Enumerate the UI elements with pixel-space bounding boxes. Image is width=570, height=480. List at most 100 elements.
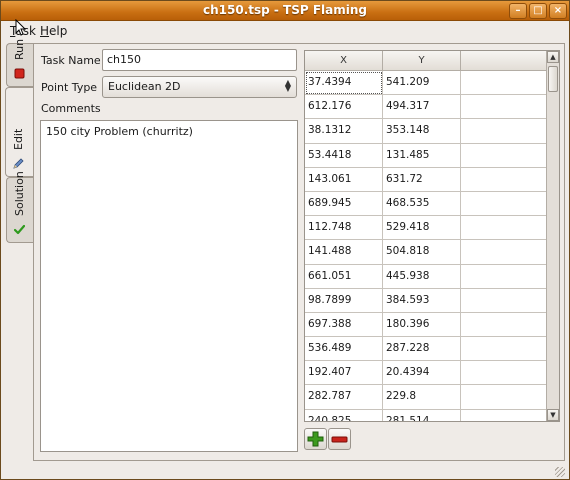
maximize-button[interactable]: □ xyxy=(529,3,547,19)
vertical-tabs: Run Edit Solution xyxy=(5,39,33,463)
tab-run[interactable]: Run xyxy=(6,39,33,87)
table-row[interactable]: 697.388 180.396 xyxy=(305,312,547,338)
table-row[interactable]: 282.787 229.8 xyxy=(305,385,547,410)
table-row[interactable]: 141.488 504.818 xyxy=(305,240,547,265)
combo-arrows-icon: ▲ ▼ xyxy=(284,78,291,93)
cell-filler xyxy=(461,385,547,410)
cell-filler xyxy=(461,119,547,144)
cell-filler xyxy=(461,95,547,120)
column-filler xyxy=(461,51,549,71)
cell-x[interactable]: 38.1312 xyxy=(305,119,383,144)
cell-filler xyxy=(461,240,547,265)
table-row[interactable]: 143.061 631.72 xyxy=(305,167,547,192)
scroll-up-icon[interactable]: ▲ xyxy=(547,51,559,63)
status-bar xyxy=(1,463,569,479)
cell-x[interactable]: 143.061 xyxy=(305,167,383,192)
cell-y[interactable]: 131.485 xyxy=(383,143,461,168)
point-type-label: Point Type xyxy=(41,81,98,94)
comments-text: 150 city Problem (churritz) xyxy=(46,125,193,138)
table-row[interactable]: 612.176 494.317 xyxy=(305,95,547,120)
table-row[interactable]: 98.7899 384.593 xyxy=(305,288,547,313)
cell-filler xyxy=(461,337,547,362)
point-type-select[interactable]: Euclidean 2D ▲ ▼ xyxy=(102,76,297,98)
minimize-button[interactable]: – xyxy=(509,3,527,19)
cell-y[interactable]: 229.8 xyxy=(383,385,461,410)
cell-y[interactable]: 504.818 xyxy=(383,240,461,265)
cell-x[interactable]: 37.4394 xyxy=(305,71,383,96)
column-x-header[interactable]: X xyxy=(305,51,383,71)
coordinates-table[interactable]: X Y 37.4394 541.209 612.176 494.317 38.1312 3… xyxy=(304,50,560,422)
add-point-button[interactable] xyxy=(304,428,327,450)
tab-run-label: Run xyxy=(13,38,26,60)
table-row[interactable]: 536.489 287.228 xyxy=(305,337,547,362)
tab-solution-label: Solution xyxy=(13,171,26,216)
point-type-value: Euclidean 2D xyxy=(108,80,181,93)
pencil-icon xyxy=(13,158,24,169)
scroll-down-icon[interactable]: ▼ xyxy=(547,409,559,421)
task-name-label: Task Name xyxy=(41,54,101,67)
cell-filler xyxy=(461,361,547,386)
table-row[interactable]: 240.825 281.514 xyxy=(305,409,547,421)
cell-x[interactable]: 536.489 xyxy=(305,337,383,362)
table-row[interactable]: 53.4418 131.485 xyxy=(305,143,547,168)
comments-label: Comments xyxy=(41,102,101,115)
cell-x[interactable]: 689.945 xyxy=(305,191,383,217)
table-row[interactable]: 38.1312 353.148 xyxy=(305,119,547,144)
cell-filler xyxy=(461,289,547,313)
app-window: ch150.tsp - TSP Flaming – □ × Task Help … xyxy=(0,0,570,480)
cell-filler xyxy=(461,168,547,192)
cell-x[interactable]: 240.825 xyxy=(305,409,383,421)
tab-edit[interactable]: Edit xyxy=(5,87,33,177)
cell-y[interactable]: 180.396 xyxy=(383,312,461,338)
cell-y[interactable]: 468.535 xyxy=(383,191,461,217)
tab-solution[interactable]: Solution xyxy=(6,171,33,243)
cell-y[interactable]: 529.418 xyxy=(383,216,461,241)
mouse-pointer-icon xyxy=(15,19,27,36)
tab-edit-label: Edit xyxy=(12,128,25,150)
cell-x[interactable]: 282.787 xyxy=(305,385,383,410)
cell-filler xyxy=(461,144,547,168)
cell-y[interactable]: 353.148 xyxy=(383,119,461,144)
resize-grip-icon[interactable] xyxy=(555,467,565,477)
task-name-field[interactable]: ch150 xyxy=(102,49,297,71)
cell-y[interactable]: 287.228 xyxy=(383,337,461,362)
title-bar[interactable]: ch150.tsp - TSP Flaming – □ × xyxy=(1,1,569,21)
column-y-header[interactable]: Y xyxy=(383,51,461,71)
window-title: ch150.tsp - TSP Flaming xyxy=(202,3,368,17)
cell-y[interactable]: 384.593 xyxy=(383,288,461,313)
scroll-thumb[interactable] xyxy=(548,66,558,92)
cell-y[interactable]: 494.317 xyxy=(383,95,461,120)
menu-help[interactable]: Help xyxy=(40,24,67,38)
cell-x[interactable]: 612.176 xyxy=(305,95,383,120)
cell-x[interactable]: 141.488 xyxy=(305,240,383,265)
comments-textarea[interactable]: 150 city Problem (churritz) xyxy=(40,120,298,452)
cell-x[interactable]: 53.4418 xyxy=(305,143,383,168)
edit-panel: Task Name ch150 Point Type Euclidean 2D … xyxy=(33,43,565,461)
table-row[interactable]: 661.051 445.938 xyxy=(305,264,547,289)
cell-x[interactable]: 697.388 xyxy=(305,312,383,338)
cell-y[interactable]: 445.938 xyxy=(383,264,461,289)
cell-y[interactable]: 20.4394 xyxy=(383,361,461,386)
table-row[interactable]: 37.4394 541.209 xyxy=(305,71,547,96)
table-header: X Y xyxy=(305,51,549,71)
plus-icon xyxy=(307,431,324,447)
cell-x[interactable]: 661.051 xyxy=(305,264,383,289)
table-scrollbar[interactable]: ▲ ▼ xyxy=(546,51,559,421)
cell-y[interactable]: 631.72 xyxy=(383,167,461,192)
table-row[interactable]: 112.748 529.418 xyxy=(305,216,547,241)
table-row[interactable]: 689.945 468.535 xyxy=(305,191,547,217)
cell-y[interactable]: 281.514 xyxy=(383,409,461,421)
cell-x[interactable]: 98.7899 xyxy=(305,288,383,313)
remove-point-button[interactable] xyxy=(328,428,351,450)
cell-filler xyxy=(461,265,547,289)
cell-y[interactable]: 541.209 xyxy=(383,71,461,96)
table-body: 37.4394 541.209 612.176 494.317 38.1312 353.1… xyxy=(305,71,547,421)
close-button[interactable]: × xyxy=(549,3,567,19)
cell-x[interactable]: 112.748 xyxy=(305,216,383,241)
table-row[interactable]: 192.407 20.4394 xyxy=(305,361,547,386)
cell-filler xyxy=(461,192,547,217)
cell-filler xyxy=(461,216,547,241)
cell-filler xyxy=(461,71,547,96)
minus-icon xyxy=(331,436,348,443)
cell-x[interactable]: 192.407 xyxy=(305,361,383,386)
